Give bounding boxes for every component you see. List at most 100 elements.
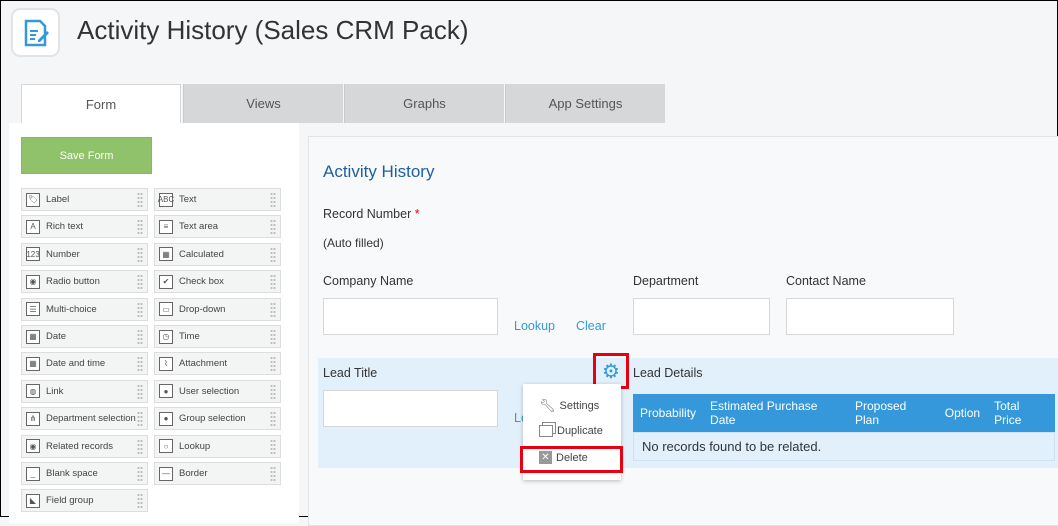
globe-icon: ◍ <box>26 384 40 399</box>
palette-item[interactable]: ☰ Multi-choice <box>21 297 148 321</box>
palette-item[interactable]: ▦ Date <box>21 325 148 348</box>
palette-item[interactable]: — Border <box>154 462 281 485</box>
department-input[interactable] <box>633 298 770 335</box>
duplicate-icon <box>539 425 553 437</box>
menu-item-settings[interactable]: 🔧︎ Settings <box>539 398 599 414</box>
tab-app-settings[interactable]: App Settings <box>505 84 665 123</box>
delete-highlight <box>520 446 623 473</box>
paperclip-icon: ⌇ <box>159 356 173 371</box>
checkbox-icon: ✔ <box>159 274 173 289</box>
department-label: Department <box>633 274 699 288</box>
record-number-label: Record Number * <box>323 207 420 221</box>
drag-handle-icon[interactable] <box>270 411 276 428</box>
drag-handle-icon[interactable] <box>270 301 276 318</box>
palette-item[interactable]: 123 Number <box>21 242 148 266</box>
palette-item-label: Text <box>179 194 197 205</box>
menu-item-duplicate[interactable]: Duplicate <box>539 425 603 437</box>
user-icon: ● <box>159 384 173 399</box>
drag-handle-icon[interactable] <box>270 246 276 263</box>
drag-handle-icon[interactable] <box>137 192 143 208</box>
palette-item-label: Number <box>46 248 80 260</box>
drag-handle-icon[interactable] <box>137 356 143 373</box>
palette-item[interactable]: ◍ Link <box>21 379 148 403</box>
palette-item-label: Department selection <box>46 413 136 425</box>
palette-item[interactable]: ▦ Date and time <box>21 352 148 376</box>
company-name-label: Company Name <box>323 274 414 288</box>
save-form-button[interactable]: Save Form <box>21 137 152 174</box>
drag-handle-icon[interactable] <box>137 219 143 236</box>
palette-item-label: Link <box>46 385 64 397</box>
palette-item[interactable]: ≡ Text area <box>154 215 281 239</box>
lead-details-label: Lead Details <box>633 366 703 380</box>
drag-handle-icon[interactable] <box>270 192 276 208</box>
palette-item[interactable]: ⌇ Attachment <box>154 352 281 376</box>
lookup-link[interactable]: Lookup <box>514 319 555 333</box>
palette-item[interactable]: ◉ Related records <box>21 434 148 458</box>
palette-item-label: Group selection <box>179 413 246 425</box>
palette-item[interactable]: ⋔ Department selection <box>21 407 148 431</box>
duplicate-label: Duplicate <box>557 425 603 437</box>
palette-item[interactable]: ◉ Radio button <box>21 270 148 294</box>
palette-item[interactable]: ◷ Time <box>154 325 281 348</box>
drag-handle-icon[interactable] <box>137 246 143 263</box>
rich-text-icon: A <box>26 219 40 234</box>
contact-name-label: Contact Name <box>786 274 866 288</box>
clock-icon: ◷ <box>159 329 173 344</box>
empty-message: No records found to be related. <box>633 432 1055 461</box>
radio-icon: ◉ <box>26 274 40 289</box>
palette-item-label: Radio button <box>46 276 100 288</box>
palette-item[interactable]: ▭ Drop-down <box>154 297 281 321</box>
tab-form[interactable]: Form <box>21 84 181 123</box>
group-icon: ● <box>159 411 173 426</box>
palette-item-label: Time <box>179 331 200 342</box>
drag-handle-icon[interactable] <box>270 356 276 373</box>
tab-graphs[interactable]: Graphs <box>344 84 504 123</box>
lead-title-input[interactable] <box>323 390 498 427</box>
drag-handle-icon[interactable] <box>270 219 276 236</box>
palette-item-label: Label <box>46 194 70 205</box>
drag-handle-icon[interactable] <box>270 329 276 345</box>
drag-handle-icon[interactable] <box>137 383 143 400</box>
related-records-header: Probability Estimated Purchase Date Prop… <box>633 394 1055 432</box>
palette-item-label: Rich text <box>46 221 83 233</box>
drag-handle-icon[interactable] <box>137 274 143 291</box>
palette-item[interactable]: ABC Text <box>154 188 281 211</box>
company-name-input[interactable] <box>323 298 498 335</box>
org-icon: ⋔ <box>26 411 40 426</box>
drag-handle-icon[interactable] <box>137 411 143 428</box>
palette-item[interactable]: ● Group selection <box>154 407 281 431</box>
drag-handle-icon[interactable] <box>137 466 143 482</box>
tab-views[interactable]: Views <box>183 84 343 123</box>
lookup-icon: ○ <box>159 439 173 454</box>
drag-handle-icon[interactable] <box>137 301 143 318</box>
drag-handle-icon[interactable] <box>137 329 143 345</box>
palette-item[interactable]: ▦ Calculated <box>154 242 281 266</box>
palette-item[interactable]: ◣ Field group <box>21 489 148 513</box>
palette-item[interactable]: ✔ Check box <box>154 270 281 294</box>
record-number-text: Record Number <box>323 207 412 221</box>
palette-item[interactable]: A Rich text <box>21 215 148 239</box>
drag-handle-icon[interactable] <box>270 274 276 291</box>
drag-handle-icon[interactable] <box>270 466 276 482</box>
auto-filled-text: (Auto filled) <box>323 236 384 250</box>
palette-item-label: Calculated <box>179 248 224 260</box>
form-edit-icon <box>24 19 49 46</box>
palette-item[interactable]: 🏷 Label <box>21 188 148 211</box>
related-records-icon: ◉ <box>26 439 40 454</box>
contact-name-input[interactable] <box>786 298 954 335</box>
palette-item-label: User selection <box>179 385 240 397</box>
drag-handle-icon[interactable] <box>270 383 276 400</box>
drag-handle-icon[interactable] <box>137 493 143 510</box>
palette-item[interactable]: ○ Lookup <box>154 434 281 458</box>
palette-item[interactable]: ● User selection <box>154 379 281 403</box>
drag-handle-icon[interactable] <box>270 438 276 455</box>
calculator-icon: ▦ <box>159 247 173 262</box>
drag-handle-icon[interactable] <box>137 438 143 455</box>
col-probability: Probability <box>640 406 697 420</box>
palette-item-label: Related records <box>46 440 114 452</box>
clear-link[interactable]: Clear <box>576 319 606 333</box>
palette-item-label: Blank space <box>46 468 98 479</box>
palette-item[interactable]: _ Blank space <box>21 462 148 485</box>
required-mark: * <box>414 207 420 221</box>
palette-item-label: Drop-down <box>179 303 226 315</box>
